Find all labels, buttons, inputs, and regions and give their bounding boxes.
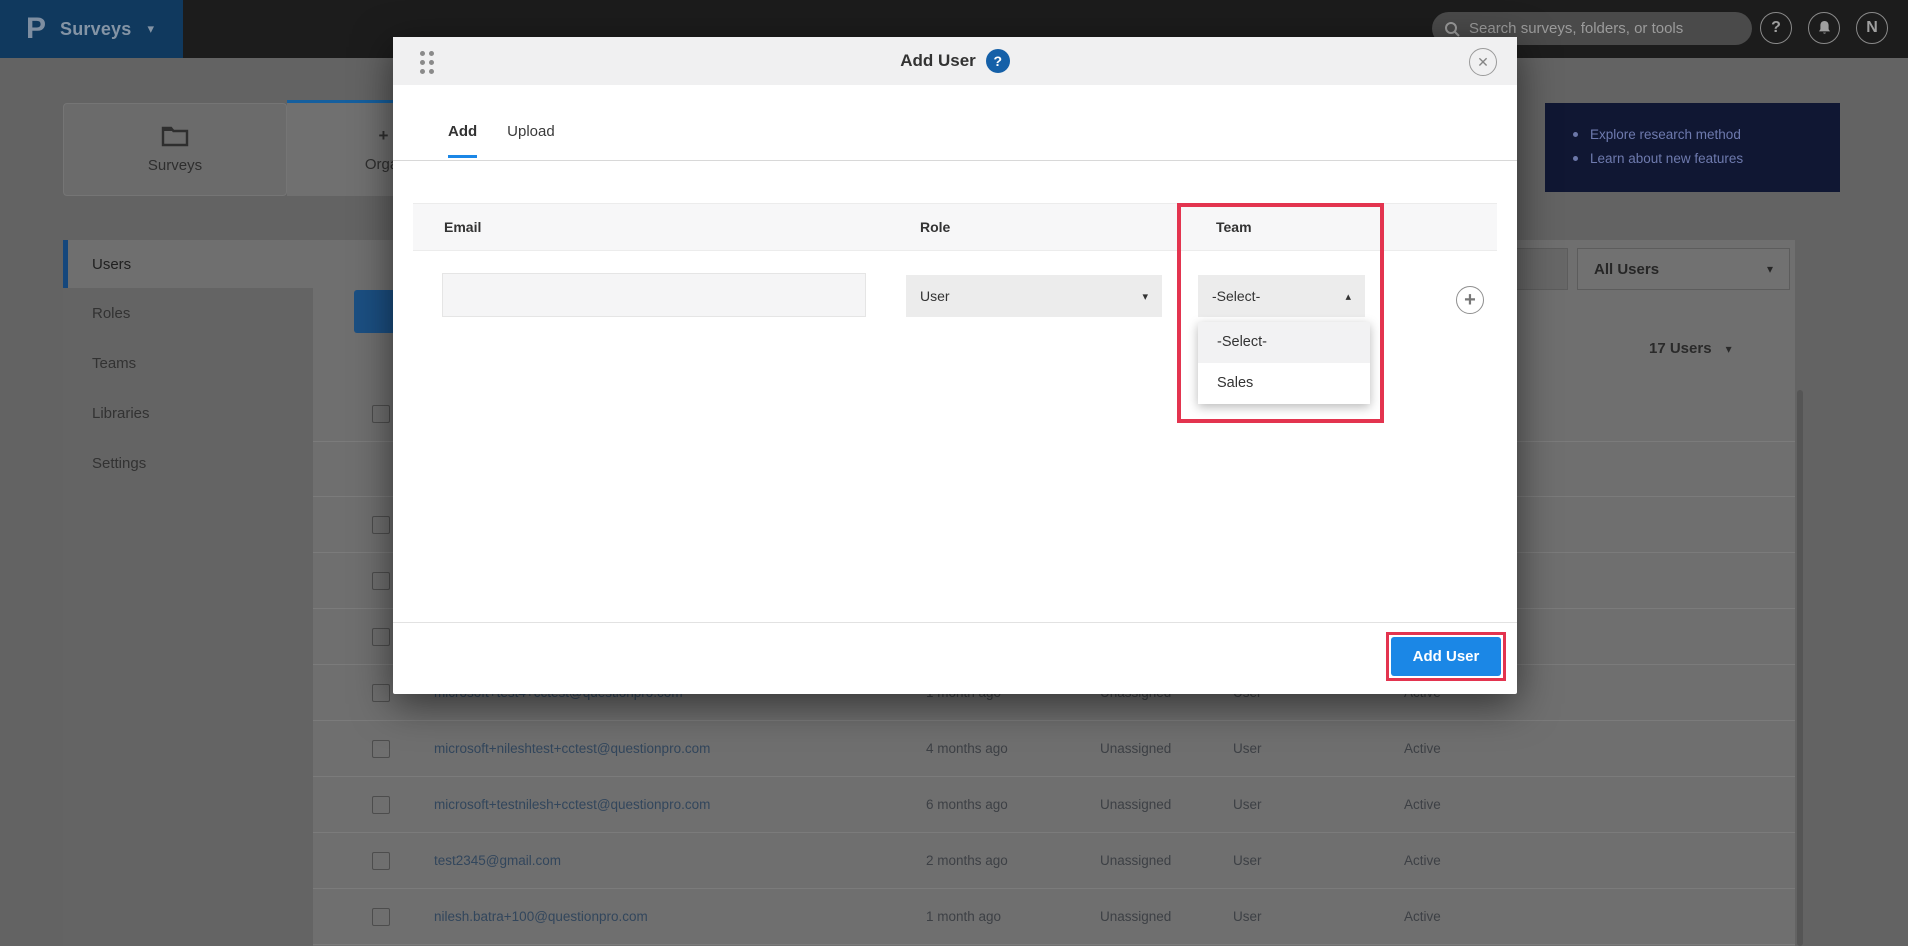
cell-email[interactable]: microsoft+testnilesh+cctest@questionpro.… (434, 777, 710, 833)
cell-status: Active (1404, 833, 1441, 889)
cell-created: 2 months ago (926, 833, 1008, 889)
table-row: nilesh.batra+100@questionpro.com 1 month … (313, 889, 1795, 945)
cell-role: User (1233, 721, 1262, 777)
sidebar-item-teams[interactable]: Teams (63, 338, 313, 388)
sidebar: RolesTeamsLibrariesSettings (63, 288, 313, 946)
cell-status: Active (1404, 889, 1441, 945)
role-select[interactable]: User ▾ (906, 275, 1162, 317)
cell-status: Active (1404, 721, 1441, 777)
team-option-sales[interactable]: Sales (1198, 363, 1370, 404)
user-avatar[interactable]: N (1856, 12, 1888, 44)
row-checkbox[interactable] (372, 740, 390, 758)
table-row: test2345@gmail.com 2 months ago Unassigned… (313, 833, 1795, 889)
team-dropdown-menu: -Select-Sales (1198, 322, 1370, 404)
caret-up-icon: ▴ (1345, 290, 1351, 303)
banner-item[interactable]: Learn about new features (1573, 151, 1840, 166)
folder-icon (161, 125, 189, 147)
banner-link-label: Explore research method (1590, 127, 1741, 142)
cell-role: User (1233, 833, 1262, 889)
modal-help-button[interactable]: ? (986, 49, 1010, 73)
tab-surveys-label: Surveys (148, 157, 202, 174)
modal-close-button[interactable]: ✕ (1469, 48, 1497, 76)
add-user-modal: Add User ? ✕ Add Upload Email Role Team U… (393, 37, 1517, 694)
plus-icon: + (1464, 289, 1476, 312)
banner-link-label: Learn about new features (1590, 151, 1743, 166)
caret-down-icon: ▾ (1142, 290, 1148, 303)
add-row-button[interactable]: + (1456, 286, 1484, 314)
modal-tabs: Add Upload (448, 123, 555, 158)
user-count-dropdown[interactable]: 17 Users▾ (1649, 340, 1732, 357)
row-checkbox[interactable] (372, 908, 390, 926)
cell-team: Unassigned (1100, 833, 1171, 889)
cell-email[interactable]: microsoft+nileshtest+cctest@questionpro.… (434, 721, 710, 777)
sidebar-item-roles[interactable]: Roles (63, 288, 313, 338)
notifications-button[interactable] (1808, 12, 1840, 44)
tab-surveys[interactable]: Surveys (63, 103, 287, 196)
select-all-checkbox[interactable] (372, 405, 390, 423)
modal-header: Add User ? (393, 37, 1517, 85)
row-checkbox[interactable] (372, 852, 390, 870)
chevron-down-icon: ▾ (1726, 342, 1732, 356)
tabs-divider (393, 160, 1517, 161)
column-email-label: Email (444, 204, 481, 250)
bullet-icon (1573, 156, 1578, 161)
user-filter-value: All Users (1594, 261, 1659, 278)
footer-divider (393, 622, 1517, 623)
modal-tab-add[interactable]: Add (448, 123, 477, 158)
cell-team: Unassigned (1100, 721, 1171, 777)
email-field[interactable] (442, 273, 866, 317)
drag-handle-icon[interactable] (420, 51, 434, 74)
form-header-row: Email Role Team (413, 203, 1497, 251)
modal-tab-upload[interactable]: Upload (507, 123, 555, 158)
banner-item[interactable]: Explore research method (1573, 127, 1840, 142)
row-checkbox[interactable] (372, 684, 390, 702)
sidebar-item-libraries[interactable]: Libraries (63, 388, 313, 438)
cell-email[interactable]: nilesh.batra+100@questionpro.com (434, 889, 648, 945)
table-row: microsoft+testnilesh+cctest@questionpro.… (313, 777, 1795, 833)
team-select-value: -Select- (1212, 288, 1260, 304)
cell-team: Unassigned (1100, 777, 1171, 833)
column-role-label: Role (920, 204, 950, 250)
team-select[interactable]: -Select- ▴ (1198, 275, 1365, 317)
row-checkbox[interactable] (372, 628, 390, 646)
product-switcher[interactable]: P Surveys ▾ (0, 0, 183, 58)
sidebar-item-users[interactable]: Users (63, 240, 313, 288)
cell-created: 6 months ago (926, 777, 1008, 833)
chevron-down-icon: ▾ (1767, 262, 1773, 276)
cell-created: 1 month ago (926, 889, 1001, 945)
bullet-icon (1573, 132, 1578, 137)
screen: P Surveys ▾ Search surveys, folders, or … (0, 0, 1908, 946)
table-scrollbar[interactable] (1797, 390, 1803, 946)
cell-email[interactable]: test2345@gmail.com (434, 833, 561, 889)
chevron-down-icon: ▾ (147, 21, 154, 37)
sidebar-item-settings[interactable]: Settings (63, 438, 313, 488)
cell-created: 4 months ago (926, 721, 1008, 777)
add-person-icon: + (379, 126, 389, 146)
close-icon: ✕ (1477, 54, 1489, 71)
product-name: Surveys (60, 19, 131, 40)
role-select-value: User (920, 288, 950, 304)
column-team-label: Team (1216, 204, 1252, 250)
cell-status: Active (1404, 777, 1441, 833)
bell-icon (1817, 20, 1832, 36)
row-checkbox[interactable] (372, 572, 390, 590)
add-user-submit-button[interactable]: Add User (1391, 637, 1501, 676)
help-button[interactable]: ? (1760, 12, 1792, 44)
promo-banner: Explore research method Learn about new f… (1545, 103, 1840, 192)
search-icon (1444, 21, 1460, 37)
modal-title: Add User (900, 51, 976, 71)
questionpro-logo-icon: P (26, 14, 46, 44)
search-placeholder: Search surveys, folders, or tools (1469, 20, 1683, 37)
user-filter-dropdown[interactable]: All Users ▾ (1577, 248, 1790, 290)
team-option-select[interactable]: -Select- (1198, 322, 1370, 363)
cell-team: Unassigned (1100, 889, 1171, 945)
row-checkbox[interactable] (372, 516, 390, 534)
cell-role: User (1233, 777, 1262, 833)
cell-role: User (1233, 889, 1262, 945)
row-checkbox[interactable] (372, 796, 390, 814)
table-row: microsoft+nileshtest+cctest@questionpro.… (313, 721, 1795, 777)
